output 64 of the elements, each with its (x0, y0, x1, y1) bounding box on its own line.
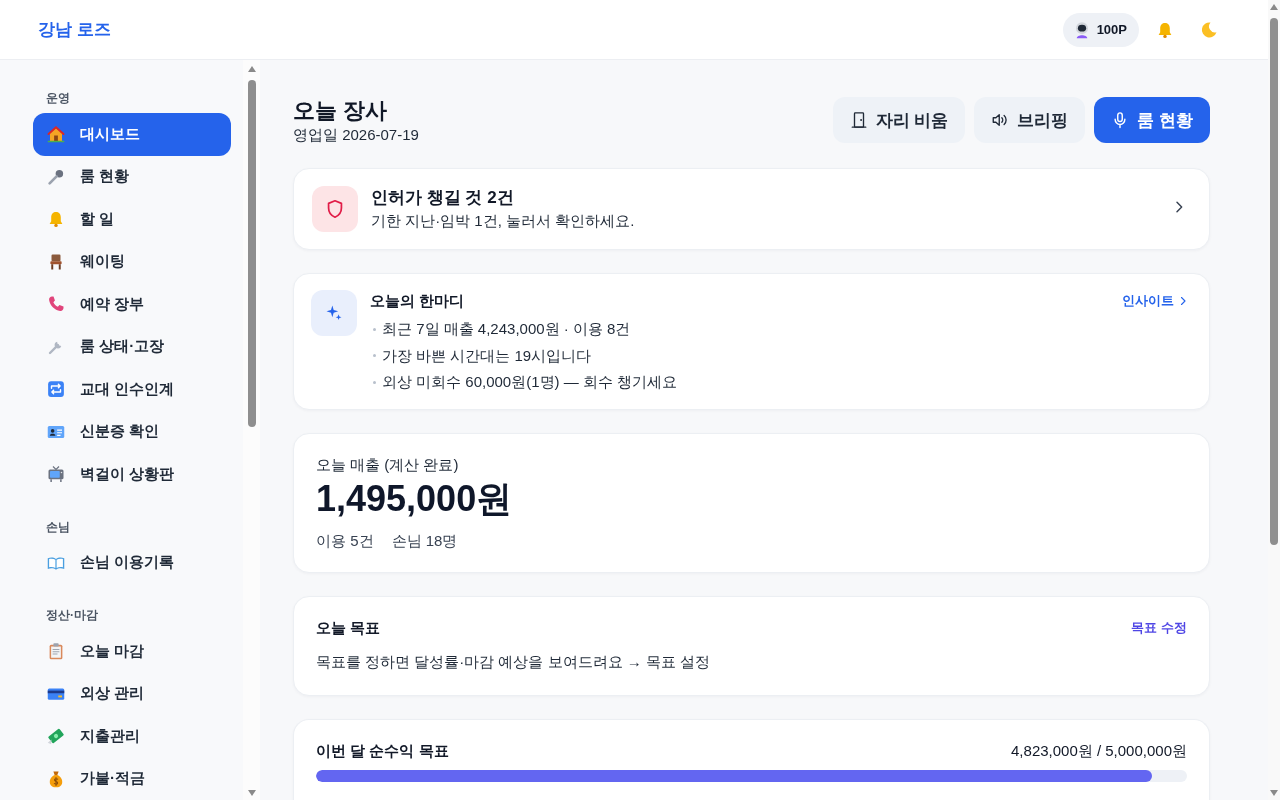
tv-icon (47, 465, 65, 484)
sales-label: 오늘 매출 (계산 완료) (316, 455, 460, 475)
insight-text: 외상 미회수 60,000원(1명) — 회수 챙기세요 (382, 372, 678, 392)
room-status-button[interactable]: 룸 현황 (1094, 97, 1210, 143)
nav-item[interactable]: 교대 인수인계 (33, 368, 231, 411)
chair-icon (47, 252, 65, 271)
nav-item[interactable]: 오늘 마감 (33, 630, 231, 673)
section-title: 손님 (46, 518, 70, 535)
points-button[interactable]: 100P (1062, 12, 1139, 47)
speaker-icon (991, 111, 1010, 129)
sparkle-icon (311, 290, 357, 336)
nav-item[interactable]: 할 일 (33, 198, 231, 241)
scrollbar-thumb[interactable] (1270, 18, 1278, 545)
goal-title: 오늘 목표 (316, 618, 381, 638)
bell-icon (1156, 20, 1174, 39)
scroll-down-icon[interactable] (1270, 790, 1278, 796)
nav-item[interactable]: 외상 관리 (33, 672, 231, 715)
edit-goal-link[interactable]: 목표 수정 (1131, 619, 1187, 637)
insight-title: 오늘의 한마디 (370, 291, 465, 311)
nav-item[interactable]: 대시보드 (33, 113, 231, 156)
monthly-goal-title: 이번 달 순수익 목표 (316, 741, 449, 761)
phone-icon (47, 295, 65, 314)
away-button[interactable]: 자리 비움 (832, 97, 966, 143)
nav-item[interactable]: 예약 장부 (33, 283, 231, 326)
insight-link[interactable]: 인사이트 (1122, 291, 1189, 310)
section-title: 정산·마감 (46, 607, 98, 623)
app-logo[interactable]: 강남 로즈 (38, 18, 111, 41)
money-bag-icon (47, 769, 65, 788)
alert-message: 기한 지난·임박 1건, 눌러서 확인하세요. (371, 211, 636, 231)
nav-item[interactable]: 지출관리 (33, 715, 231, 758)
scroll-up-icon[interactable] (1270, 4, 1278, 10)
bullet-icon (373, 327, 376, 331)
nav-item[interactable]: 룸 현황 (33, 155, 231, 198)
house-icon (47, 125, 65, 144)
insight-text: 가장 바쁜 시간대는 19시입니다 (382, 345, 592, 366)
monthly-goal-amount: 4,823,000원 / 5,000,000원 (1011, 741, 1187, 761)
microphone-icon (47, 167, 65, 186)
goal-message: 목표를 정하면 달성률·마감 예상을 보여드려요 → 목표 설정 (316, 652, 712, 672)
briefing-button[interactable]: 브리핑 (974, 97, 1086, 143)
repeat-icon (47, 380, 65, 399)
sales-amount: 1,495,000원 (316, 477, 514, 521)
scrollbar-thumb[interactable] (247, 80, 256, 427)
sales-stat: 손님 18명 (391, 531, 458, 551)
nav-item[interactable]: 벽걸이 상황판 (33, 453, 231, 496)
nav-item[interactable]: 손님 이용기록 (33, 541, 231, 584)
nav-item[interactable]: 룸 상태·고장 (33, 325, 231, 368)
nav-item[interactable]: 웨이팅 (33, 240, 231, 283)
bell-icon (47, 210, 65, 229)
page-title: 오늘 장사 (293, 97, 389, 125)
door-icon (849, 111, 868, 129)
alert-card[interactable]: 인허가 챙길 것 2건 기한 지난·임박 1건, 눌러서 확인하세요. (293, 168, 1210, 250)
bullet-icon (373, 354, 376, 358)
clipboard-icon (47, 642, 65, 661)
bullet-icon (373, 380, 376, 384)
page-subtitle: 영업일 2026-07-19 (293, 125, 419, 145)
nav-item[interactable]: 신분증 확인 (33, 410, 231, 453)
section-title: 운영 (46, 90, 70, 106)
insight-text: 최근 7일 매출 4,243,000원 · 이용 8건 (382, 319, 631, 339)
nav-item[interactable]: 가불·적금 (33, 757, 231, 800)
moon-icon (1200, 20, 1218, 39)
scrollbar[interactable] (1268, 0, 1280, 800)
sales-stat: 이용 5건 (316, 531, 374, 551)
shield-icon (312, 186, 358, 232)
alert-title: 인허가 챙길 것 2건 (371, 187, 515, 209)
